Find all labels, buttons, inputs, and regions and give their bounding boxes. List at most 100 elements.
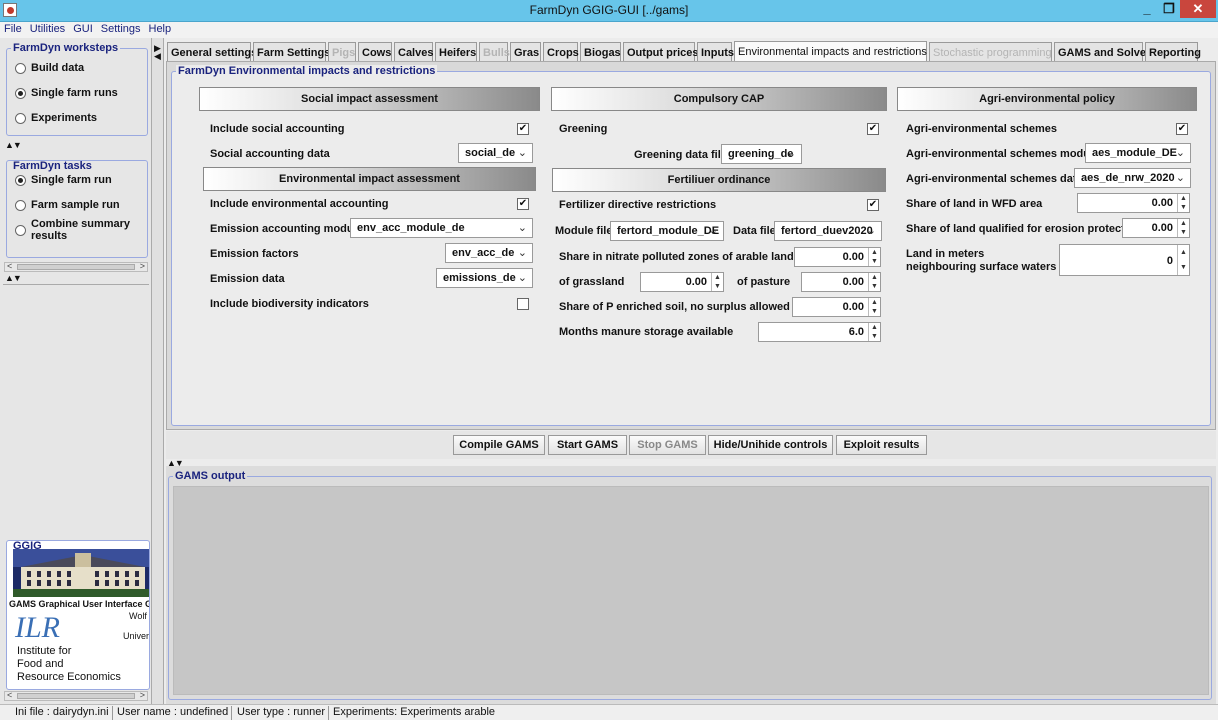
workstep-single-farm-runs[interactable]: Single farm runs xyxy=(15,86,118,100)
tab-environmental-impacts[interactable]: Environmental impacts and restrictions xyxy=(734,41,927,61)
tab-farm-settings[interactable]: Farm Settings xyxy=(253,42,330,61)
include-env-checkbox[interactable]: ✔ xyxy=(517,198,529,210)
stop-gams-button[interactable]: Stop GAMS xyxy=(629,435,706,455)
menu-help[interactable]: Help xyxy=(145,22,176,36)
social-data-select[interactable]: social_de ⌄ xyxy=(458,143,533,163)
task-single-farm-run[interactable]: Single farm run xyxy=(15,173,112,187)
agri-data-label: Agri-environmental schemes data xyxy=(906,173,1083,185)
task-farm-sample-run[interactable]: Farm sample run xyxy=(15,198,120,212)
emission-module-select[interactable]: env_acc_module_de ⌄ xyxy=(350,218,533,238)
scroll-thumb[interactable] xyxy=(17,693,135,699)
workstep-build-data[interactable]: Build data xyxy=(15,61,84,75)
tab-general-settings[interactable]: General settings xyxy=(167,42,257,61)
maximize-button[interactable]: ❐ xyxy=(1158,0,1180,18)
univ-text: Univer xyxy=(123,631,150,641)
compile-gams-button[interactable]: Compile GAMS xyxy=(453,435,545,455)
spinner-icon[interactable]: ▲ ▼ xyxy=(1177,219,1189,237)
ggig-group: GGIG GAMS Graphical User Interface Gener… xyxy=(6,540,150,690)
spinner-icon[interactable]: ▲ ▼ xyxy=(1177,245,1189,275)
fert-restrictions-checkbox[interactable]: ✔ xyxy=(867,199,879,211)
spinner-icon[interactable]: ▲ ▼ xyxy=(711,273,723,291)
wfd-input[interactable]: 0.00 ▲ ▼ xyxy=(1077,193,1190,213)
menu-utilities[interactable]: Utilities xyxy=(26,22,69,36)
agri-schemes-checkbox[interactable]: ✔ xyxy=(1176,123,1188,135)
spinner-icon[interactable]: ▲ ▼ xyxy=(868,248,880,266)
spinner-icon[interactable]: ▲ ▼ xyxy=(868,273,880,291)
ggig-caption: GAMS Graphical User Interface Generator xyxy=(9,599,149,609)
emission-data-select[interactable]: emissions_de ⌄ xyxy=(436,268,533,288)
biodiversity-checkbox[interactable] xyxy=(517,298,529,310)
agri-env-header: Agri-environmental policy xyxy=(897,87,1197,111)
chevron-down-icon: ⌄ xyxy=(786,148,796,160)
agri-module-select[interactable]: aes_module_DE ⌄ xyxy=(1085,143,1191,163)
tab-crops[interactable]: Crops xyxy=(543,42,579,61)
agri-data-select[interactable]: aes_de_nrw_2020 ⌄ xyxy=(1074,168,1191,188)
spinner-icon[interactable]: ▲ ▼ xyxy=(868,298,880,316)
pane-divider[interactable] xyxy=(152,38,164,704)
minimize-button[interactable]: _ xyxy=(1136,0,1158,18)
institute-line-1: Institute for xyxy=(17,645,72,657)
include-social-label: Include social accounting xyxy=(210,123,345,135)
menu-file[interactable]: File xyxy=(0,22,26,36)
hide-controls-button[interactable]: Hide/Unihide controls xyxy=(708,435,833,455)
p-enriched-value: 0.00 xyxy=(842,301,864,313)
scroll-thumb[interactable] xyxy=(17,264,135,270)
pasture-input[interactable]: 0.00 ▲ ▼ xyxy=(801,272,881,292)
gams-output-textarea[interactable] xyxy=(173,486,1209,695)
spinner-icon[interactable]: ▲ ▼ xyxy=(868,323,880,341)
tab-reporting[interactable]: Reporting xyxy=(1145,42,1201,61)
workstep-experiments[interactable]: Experiments xyxy=(15,111,97,125)
include-social-checkbox[interactable]: ✔ xyxy=(517,123,529,135)
tab-biogas[interactable]: Biogas xyxy=(580,42,621,61)
tab-heifers[interactable]: Heifers xyxy=(435,42,477,61)
collapse-arrows-icon[interactable]: ▶ ◀ xyxy=(154,44,161,61)
close-button[interactable]: ✕ xyxy=(1180,0,1216,18)
manure-storage-input[interactable]: 6.0 ▲ ▼ xyxy=(758,322,881,342)
greening-checkbox[interactable]: ✔ xyxy=(867,123,879,135)
tab-inputs[interactable]: Inputs xyxy=(697,42,734,61)
erosion-input[interactable]: 0.00 ▲ ▼ xyxy=(1122,218,1190,238)
manure-storage-value: 6.0 xyxy=(848,326,864,338)
menu-gui[interactable]: GUI xyxy=(69,22,97,36)
fert-data-select[interactable]: fertord_duev2020 ⌄ xyxy=(774,221,882,241)
scroll-right-icon[interactable]: > xyxy=(140,690,145,700)
task-combine-summary[interactable]: Combine summary results xyxy=(15,218,147,242)
workstep-label: Single farm runs xyxy=(31,87,118,99)
meters-value: 0 xyxy=(1166,255,1173,267)
tab-output-prices[interactable]: Output prices xyxy=(623,42,699,61)
fert-data-label: Data file xyxy=(733,225,776,237)
split-arrows-icon[interactable]: ▲▼ xyxy=(5,140,22,150)
tab-bulls[interactable]: Bulls xyxy=(479,42,510,61)
tab-gras[interactable]: Gras xyxy=(510,42,541,61)
emission-factors-select[interactable]: env_acc_de ⌄ xyxy=(445,243,533,263)
split-arrows-icon[interactable]: ▲▼ xyxy=(5,273,22,283)
scroll-right-icon[interactable]: > xyxy=(140,261,145,271)
emission-factors-label: Emission factors xyxy=(210,248,299,260)
p-enriched-input[interactable]: 0.00 ▲ ▼ xyxy=(792,297,881,317)
nitrate-input[interactable]: 0.00 ▲ ▼ xyxy=(794,247,881,267)
title-bar: FarmDyn GGIG-GUI [../gams] _ ❐ ✕ xyxy=(0,0,1218,22)
scroll-left-icon[interactable]: < xyxy=(7,261,12,271)
agri-module-label: Agri-environmental schemes module xyxy=(906,148,1100,160)
env-impacts-legend: FarmDyn Environmental impacts and restri… xyxy=(176,65,438,77)
tab-calves[interactable]: Calves xyxy=(394,42,433,61)
tasks-scrollbar[interactable]: < > xyxy=(4,261,148,272)
tab-pigs[interactable]: Pigs xyxy=(328,42,356,61)
meters-input[interactable]: 0 ▲ ▼ xyxy=(1059,244,1190,276)
ggig-scrollbar[interactable]: < > xyxy=(4,690,148,701)
tab-gams-and-solver[interactable]: GAMS and Solver xyxy=(1054,42,1150,61)
fert-data-value: fertord_duev2020 xyxy=(781,225,873,237)
exploit-results-button[interactable]: Exploit results xyxy=(836,435,927,455)
fert-module-select[interactable]: fertord_module_DE ⌄ xyxy=(610,221,724,241)
menu-settings[interactable]: Settings xyxy=(97,22,145,36)
grassland-input[interactable]: 0.00 ▲ ▼ xyxy=(640,272,724,292)
nitrate-label: Share in nitrate polluted zones of arabl… xyxy=(559,251,794,263)
radio-icon xyxy=(15,62,26,74)
greening-data-select[interactable]: greening_de ⌄ xyxy=(721,144,802,164)
start-gams-button[interactable]: Start GAMS xyxy=(548,435,627,455)
tab-stochastic-programming[interactable]: Stochastic programming xyxy=(929,42,1052,61)
tab-cows[interactable]: Cows xyxy=(358,42,392,61)
spinner-icon[interactable]: ▲ ▼ xyxy=(1177,194,1189,212)
scroll-left-icon[interactable]: < xyxy=(7,690,12,700)
chevron-down-icon: ⌄ xyxy=(517,222,527,234)
